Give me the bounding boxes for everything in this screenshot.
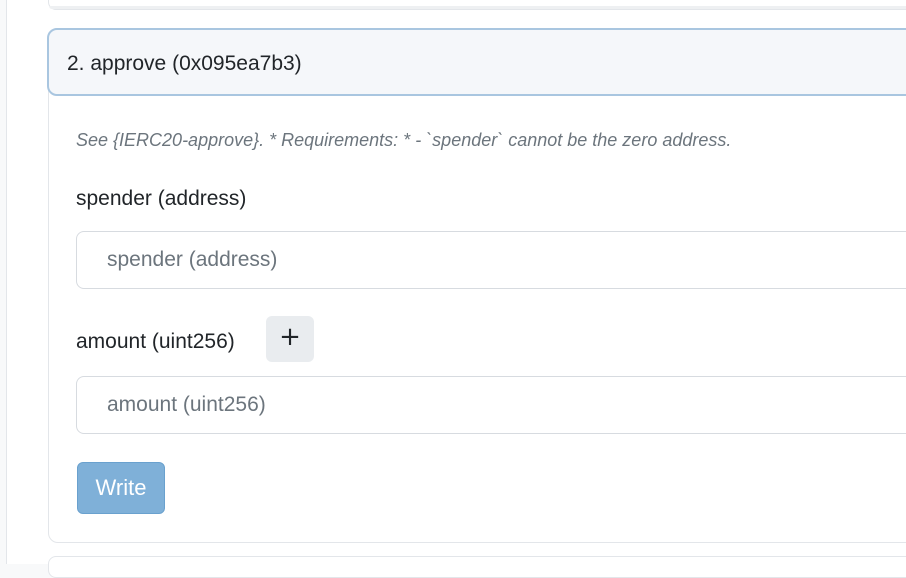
previous-function-card[interactable] bbox=[48, 0, 906, 10]
amount-input[interactable] bbox=[76, 376, 906, 434]
function-card-header[interactable]: 2. approve (0x095ea7b3) bbox=[47, 28, 906, 96]
function-description: See {IERC20-approve}. * Requirements: * … bbox=[76, 130, 732, 150]
add-decimals-button[interactable]: + bbox=[266, 316, 314, 362]
plus-icon: + bbox=[279, 322, 301, 352]
spender-input[interactable] bbox=[76, 231, 906, 289]
amount-label: amount (uint256) bbox=[76, 330, 235, 353]
contract-write-panel: 2. approve (0x095ea7b3) See {IERC20-appr… bbox=[7, 0, 906, 578]
function-title: 2. approve (0x095ea7b3) bbox=[67, 52, 302, 75]
next-function-card[interactable] bbox=[48, 556, 906, 578]
spender-label: spender (address) bbox=[76, 187, 247, 210]
page-side-gutter bbox=[0, 0, 7, 564]
write-button[interactable]: Write bbox=[77, 462, 165, 514]
function-card-approve: 2. approve (0x095ea7b3) See {IERC20-appr… bbox=[47, 28, 906, 543]
